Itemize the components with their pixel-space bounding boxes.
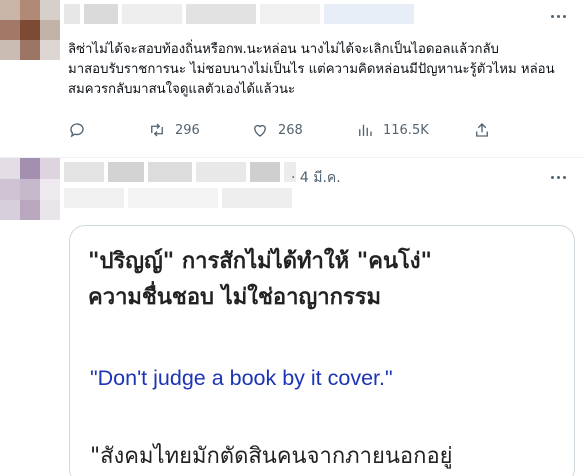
- retweet-icon: [151, 123, 163, 137]
- share-button[interactable]: [473, 121, 491, 139]
- views-button[interactable]: 116.5K: [356, 121, 429, 139]
- author-name[interactable]: [64, 4, 414, 24]
- tweet-text: ลิซ่าไม่ได้จะสอบท้องถิ่นหรือกพ.นะหล่อน น…: [68, 40, 578, 100]
- retweet-button[interactable]: 296: [148, 121, 200, 139]
- author-handle[interactable]: [64, 188, 292, 208]
- card-title-line: "ปริญญ์" การสักไม่ได้ทำให้ "คนโง่": [88, 249, 433, 274]
- tweet[interactable]: ลิซ่าไม่ได้จะสอบท้องถิ่นหรือกพ.นะหล่อน น…: [0, 0, 585, 158]
- tweet-date[interactable]: · 4 มี.ค.: [291, 167, 341, 189]
- reply-icon: [70, 123, 84, 138]
- tweet-text-line: สมควรกลับมาสนใจดูแลตัวเองได้แล้วนะ: [68, 82, 296, 97]
- share-icon: [476, 123, 488, 137]
- retweet-count: 296: [175, 122, 200, 138]
- tweet-text-line: มาสอบรับราชการนะ ไม่ชอบนางไม่เป็นไร แต่ค…: [68, 62, 555, 77]
- card-quote: "Don't judge a book by it cover.": [90, 366, 393, 390]
- author-name[interactable]: [64, 162, 296, 182]
- tweet-text-line: ลิซ่าไม่ได้จะสอบท้องถิ่นหรือกพ.นะหล่อน น…: [68, 42, 499, 57]
- heart-icon: [254, 124, 266, 137]
- like-count: 268: [278, 122, 303, 138]
- avatar[interactable]: [0, 0, 60, 60]
- card-title: "ปริญญ์" การสักไม่ได้ทำให้ "คนโง่" ความช…: [88, 244, 558, 316]
- views-count: 116.5K: [383, 122, 429, 138]
- avatar[interactable]: [0, 158, 60, 220]
- card-body-text: "สังคมไทยมักตัดสินคนจากภายนอกอยู่: [90, 444, 453, 469]
- views-icon: [359, 124, 372, 136]
- like-button[interactable]: 268: [251, 121, 303, 139]
- reply-button[interactable]: [68, 121, 95, 139]
- more-options-button[interactable]: [543, 166, 573, 188]
- tweet-image-card[interactable]: "ปริญญ์" การสักไม่ได้ทำให้ "คนโง่" ความช…: [69, 225, 575, 476]
- more-options-button[interactable]: [543, 5, 573, 27]
- card-title-line: ความชื่นชอบ ไม่ใช่อาญากรรม: [88, 285, 382, 310]
- action-bar: 296 268 116.5K: [68, 121, 498, 143]
